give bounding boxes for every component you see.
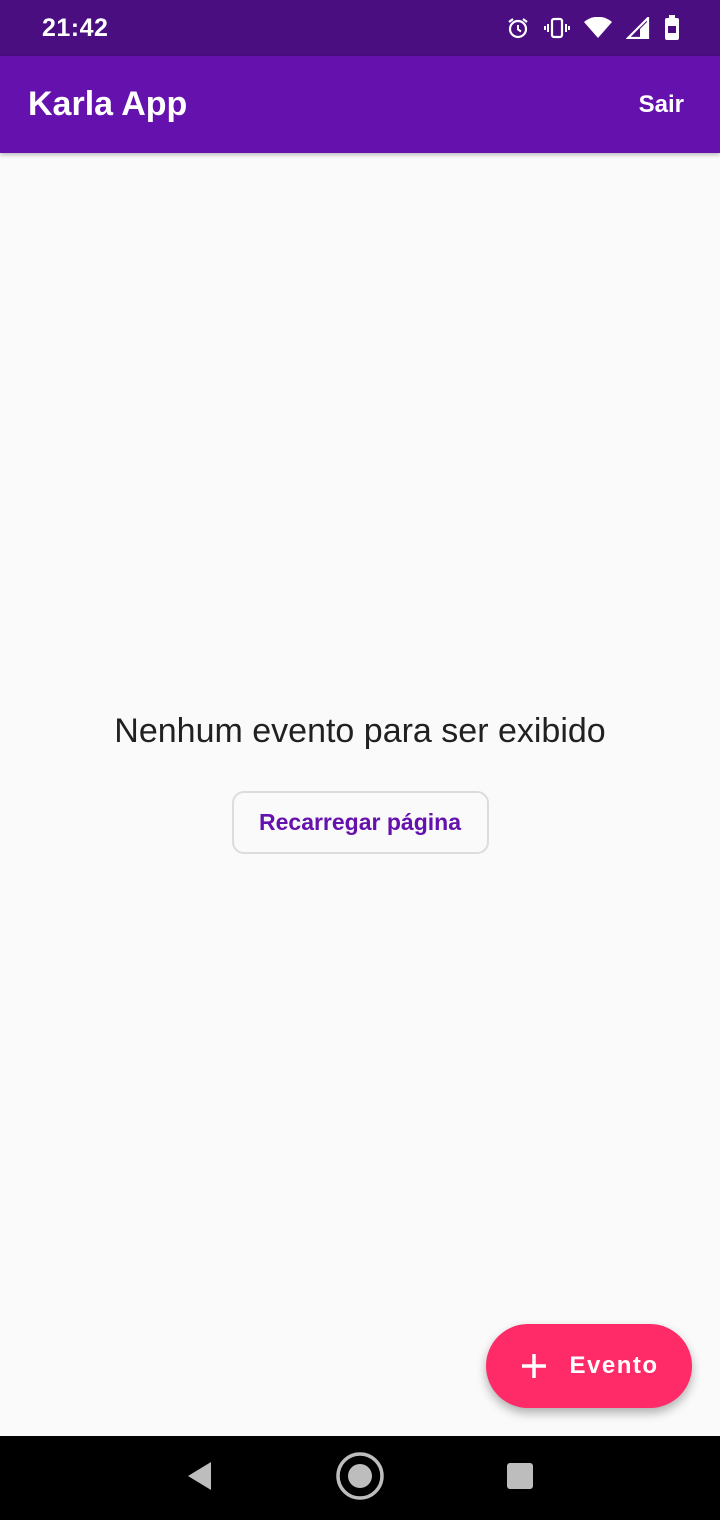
nav-bar — [0, 1436, 720, 1520]
screen: 21:42 Karla App Sair Nenhum evento para … — [0, 0, 720, 1520]
recents-icon — [506, 1462, 534, 1495]
alarm-icon — [506, 16, 530, 40]
home-icon — [335, 1451, 385, 1506]
reload-button[interactable]: Recarregar página — [231, 791, 489, 854]
battery-icon — [664, 15, 680, 41]
signal-icon — [626, 17, 650, 39]
add-event-fab[interactable]: Evento — [486, 1324, 692, 1408]
status-time: 21:42 — [42, 13, 109, 42]
wifi-icon — [584, 17, 612, 39]
back-button[interactable] — [170, 1448, 230, 1508]
back-icon — [186, 1461, 214, 1496]
home-button[interactable] — [330, 1448, 390, 1508]
status-bar: 21:42 — [0, 0, 720, 56]
vibrate-icon — [544, 16, 570, 40]
fab-label: Evento — [569, 1352, 659, 1379]
plus-icon — [519, 1351, 549, 1381]
app-title: Karla App — [28, 85, 188, 123]
reload-button-label: Recarregar página — [259, 809, 461, 835]
empty-state: Nenhum evento para ser exibido Recarrega… — [0, 712, 720, 854]
empty-message: Nenhum evento para ser exibido — [114, 712, 606, 750]
recents-button[interactable] — [490, 1448, 550, 1508]
app-bar: Karla App Sair — [0, 56, 720, 153]
logout-button[interactable]: Sair — [639, 91, 684, 119]
status-icons — [506, 15, 680, 41]
